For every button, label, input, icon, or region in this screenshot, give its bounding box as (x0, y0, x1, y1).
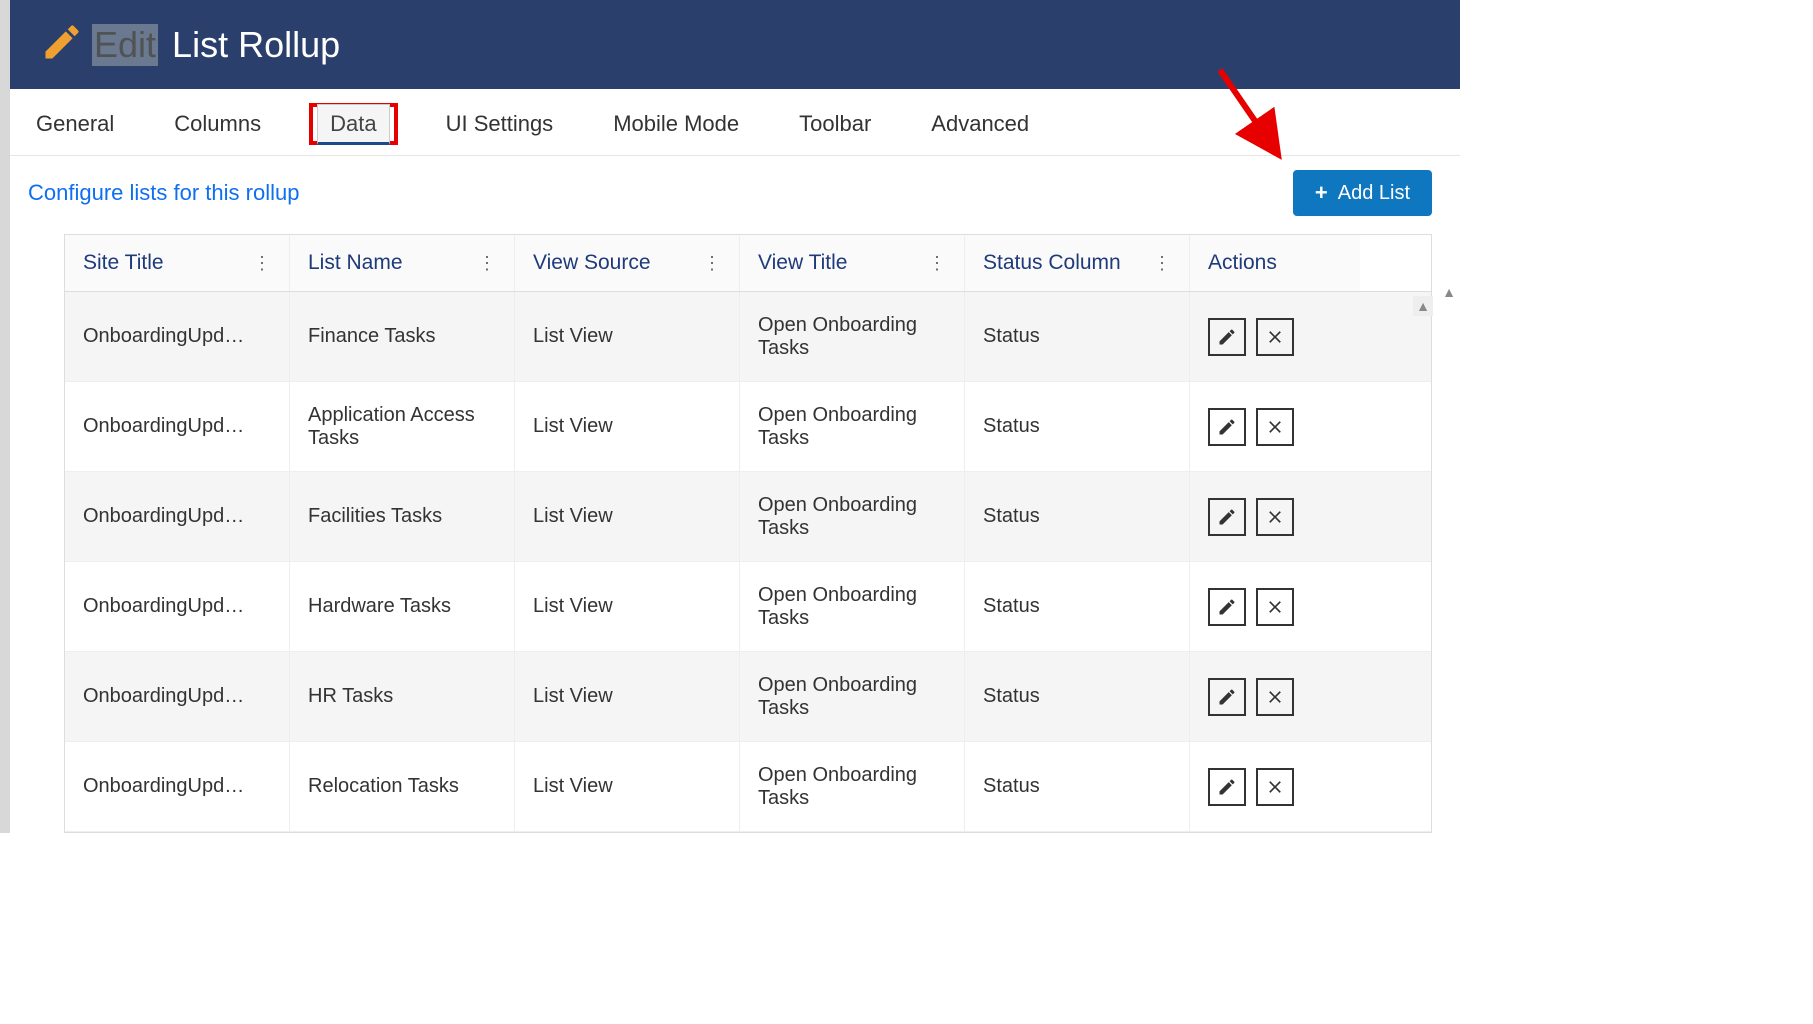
cell-status-column: Status (983, 775, 1171, 798)
delete-row-button[interactable] (1256, 318, 1294, 356)
edit-row-button[interactable] (1208, 588, 1246, 626)
pencil-icon (40, 20, 84, 69)
delete-row-button[interactable] (1256, 588, 1294, 626)
table-row: OnboardingUpd… Finance Tasks List View O… (65, 292, 1431, 382)
table-row: OnboardingUpd… Application Access Tasks … (65, 382, 1431, 472)
grid-scroll-up-arrow[interactable]: ▲ (1413, 296, 1433, 316)
add-list-label: Add List (1338, 182, 1410, 205)
col-header-status-column[interactable]: Status Column (965, 235, 1190, 291)
page-header: Edit List Rollup (0, 0, 1460, 89)
outer-scroll-up-arrow[interactable]: ▲ (1442, 284, 1456, 300)
column-menu-icon[interactable] (703, 253, 721, 274)
cell-site-title: OnboardingUpd… (83, 775, 271, 798)
tab-general[interactable]: General (24, 105, 126, 143)
delete-row-button[interactable] (1256, 498, 1294, 536)
table-row: OnboardingUpd… Hardware Tasks List View … (65, 562, 1431, 652)
rollup-grid: Site Title List Name View Source View Ti… (64, 234, 1432, 833)
cell-list-name: Finance Tasks (308, 325, 496, 348)
header-title: List Rollup (172, 24, 340, 66)
cell-view-title: Open Onboarding Tasks (758, 764, 946, 810)
cell-status-column: Status (983, 685, 1171, 708)
col-label: List Name (308, 251, 403, 275)
edit-row-button[interactable] (1208, 408, 1246, 446)
cell-view-title: Open Onboarding Tasks (758, 314, 946, 360)
cell-view-title: Open Onboarding Tasks (758, 584, 946, 630)
cell-view-source: List View (533, 415, 721, 438)
col-header-site-title[interactable]: Site Title (65, 235, 290, 291)
cell-site-title: OnboardingUpd… (83, 595, 271, 618)
cell-site-title: OnboardingUpd… (83, 415, 271, 438)
cell-site-title: OnboardingUpd… (83, 505, 271, 528)
section-header: Configure lists for this rollup + Add Li… (0, 156, 1460, 230)
cell-view-title: Open Onboarding Tasks (758, 404, 946, 450)
add-list-button[interactable]: + Add List (1293, 170, 1432, 216)
cell-status-column: Status (983, 505, 1171, 528)
cell-list-name: Application Access Tasks (308, 404, 496, 450)
tab-toolbar[interactable]: Toolbar (787, 105, 883, 143)
col-header-list-name[interactable]: List Name (290, 235, 515, 291)
cell-list-name: Facilities Tasks (308, 505, 496, 528)
column-menu-icon[interactable] (478, 253, 496, 274)
cell-status-column: Status (983, 415, 1171, 438)
table-row: OnboardingUpd… HR Tasks List View Open O… (65, 652, 1431, 742)
column-menu-icon[interactable] (253, 253, 271, 274)
col-label: Site Title (83, 251, 164, 275)
tab-bar: General Columns Data UI Settings Mobile … (0, 89, 1460, 156)
column-menu-icon[interactable] (1153, 253, 1171, 274)
table-row: OnboardingUpd… Relocation Tasks List Vie… (65, 742, 1431, 832)
tab-advanced[interactable]: Advanced (919, 105, 1041, 143)
header-prefix: Edit (92, 24, 158, 66)
col-label: Status Column (983, 251, 1121, 275)
cell-view-title: Open Onboarding Tasks (758, 674, 946, 720)
grid-header-row: Site Title List Name View Source View Ti… (65, 235, 1431, 292)
cell-list-name: HR Tasks (308, 685, 496, 708)
tab-data-highlight: Data (309, 103, 397, 145)
col-header-actions: Actions (1190, 235, 1360, 291)
cell-view-source: List View (533, 325, 721, 348)
cell-list-name: Hardware Tasks (308, 595, 496, 618)
section-title: Configure lists for this rollup (28, 180, 299, 206)
edit-row-button[interactable] (1208, 318, 1246, 356)
grid-body: ▲ OnboardingUpd… Finance Tasks List View… (65, 292, 1431, 832)
cell-view-title: Open Onboarding Tasks (758, 494, 946, 540)
cell-site-title: OnboardingUpd… (83, 685, 271, 708)
column-menu-icon[interactable] (928, 253, 946, 274)
tab-data[interactable]: Data (317, 104, 389, 145)
col-header-view-title[interactable]: View Title (740, 235, 965, 291)
col-label: View Source (533, 251, 651, 275)
cell-view-source: List View (533, 775, 721, 798)
tab-columns[interactable]: Columns (162, 105, 273, 143)
edit-row-button[interactable] (1208, 768, 1246, 806)
col-label: Actions (1208, 251, 1277, 275)
cell-view-source: List View (533, 505, 721, 528)
tab-ui-settings[interactable]: UI Settings (434, 105, 566, 143)
cell-status-column: Status (983, 595, 1171, 618)
cell-view-source: List View (533, 685, 721, 708)
tab-mobile-mode[interactable]: Mobile Mode (601, 105, 751, 143)
edit-row-button[interactable] (1208, 498, 1246, 536)
delete-row-button[interactable] (1256, 408, 1294, 446)
delete-row-button[interactable] (1256, 678, 1294, 716)
edit-row-button[interactable] (1208, 678, 1246, 716)
delete-row-button[interactable] (1256, 768, 1294, 806)
cell-site-title: OnboardingUpd… (83, 325, 271, 348)
cell-list-name: Relocation Tasks (308, 775, 496, 798)
table-row: OnboardingUpd… Facilities Tasks List Vie… (65, 472, 1431, 562)
cell-status-column: Status (983, 325, 1171, 348)
cell-view-source: List View (533, 595, 721, 618)
left-scrollbar-gutter[interactable] (0, 0, 10, 833)
col-header-view-source[interactable]: View Source (515, 235, 740, 291)
plus-icon: + (1315, 180, 1328, 206)
col-label: View Title (758, 251, 848, 275)
